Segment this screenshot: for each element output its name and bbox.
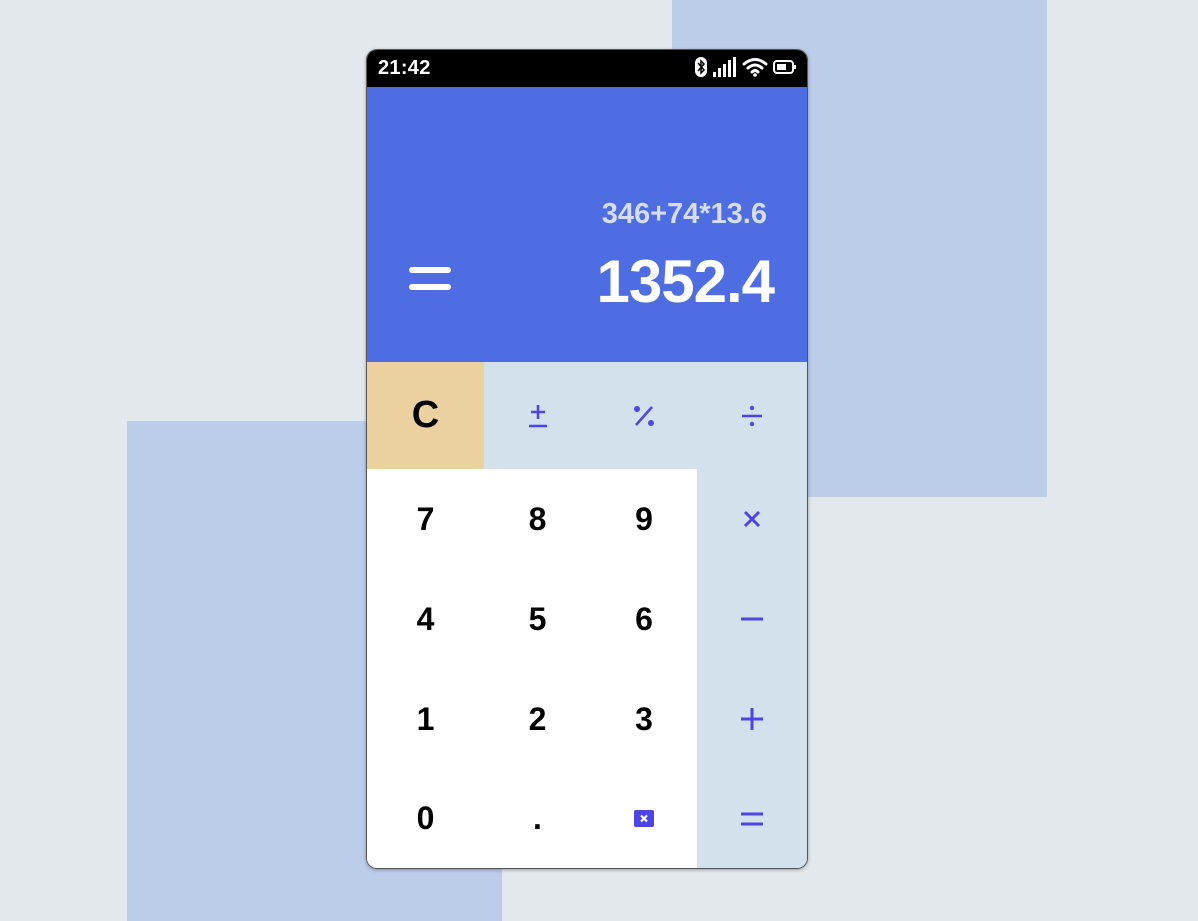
digit-1-button[interactable]: 1 bbox=[367, 669, 484, 769]
menu-icon[interactable] bbox=[409, 267, 451, 301]
digit-6-button[interactable]: 6 bbox=[591, 569, 697, 669]
keypad: C 7 8 9 4 5 6 1 2 3 0 . bbox=[367, 362, 807, 868]
calculator-display: 346+74*13.6 1352.4 bbox=[367, 87, 807, 362]
wifi-icon bbox=[742, 57, 768, 77]
divide-button[interactable] bbox=[697, 362, 807, 469]
plus-minus-icon bbox=[528, 404, 547, 427]
status-time: 21:42 bbox=[378, 57, 431, 79]
backspace-button[interactable] bbox=[591, 769, 697, 868]
decimal-button[interactable]: . bbox=[484, 769, 591, 868]
clear-button[interactable]: C bbox=[367, 362, 484, 469]
percent-button[interactable] bbox=[591, 362, 697, 469]
expression-text: 346+74*13.6 bbox=[601, 198, 767, 230]
digit-5-button[interactable]: 5 bbox=[484, 569, 591, 669]
battery-icon bbox=[773, 59, 797, 75]
status-icons bbox=[694, 56, 797, 78]
digit-8-button[interactable]: 8 bbox=[484, 469, 591, 569]
digit-7-button[interactable]: 7 bbox=[367, 469, 484, 569]
digit-3-button[interactable]: 3 bbox=[591, 669, 697, 769]
equals-icon bbox=[741, 812, 763, 825]
digit-4-button[interactable]: 4 bbox=[367, 569, 484, 669]
status-bar: 21:42 bbox=[367, 50, 807, 87]
digit-9-button[interactable]: 9 bbox=[591, 469, 697, 569]
signal-icon bbox=[713, 57, 737, 77]
multiply-icon bbox=[743, 510, 761, 528]
divide-icon bbox=[742, 405, 762, 426]
bluetooth-icon bbox=[694, 56, 708, 78]
plus-icon bbox=[741, 708, 763, 730]
percent-icon bbox=[634, 405, 654, 426]
plus-button[interactable] bbox=[697, 669, 807, 769]
minus-button[interactable] bbox=[697, 569, 807, 669]
minus-icon bbox=[741, 617, 763, 621]
digit-2-button[interactable]: 2 bbox=[484, 669, 591, 769]
equals-button[interactable] bbox=[697, 769, 807, 868]
digit-0-button[interactable]: 0 bbox=[367, 769, 484, 868]
backspace-icon bbox=[634, 809, 654, 827]
plus-minus-button[interactable] bbox=[484, 362, 591, 469]
calculator-app: 21:42 346+74*13.6 1352.4 C 7 8 9 4 5 6 1… bbox=[367, 50, 807, 868]
result-text: 1352.4 bbox=[596, 248, 775, 315]
multiply-button[interactable] bbox=[697, 469, 807, 569]
